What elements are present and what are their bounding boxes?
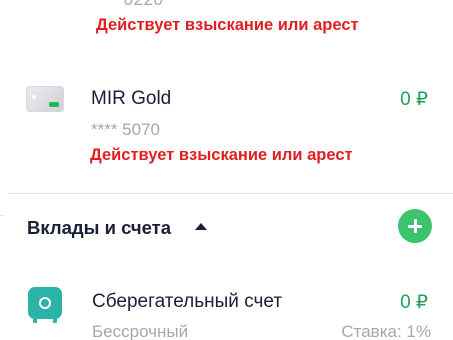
card-item[interactable]: **** 0220 Действует взыскание или арест <box>0 0 453 52</box>
account-balance: 0 ₽ <box>400 292 428 313</box>
card-number: **** 5070 <box>91 120 161 139</box>
accounts-screen: **** 0220 Действует взыскание или арест … <box>0 0 453 340</box>
section-title[interactable]: Вклады и счета <box>27 217 171 239</box>
account-name: Сберегательный счет <box>92 291 283 312</box>
card-number: **** 0220 <box>90 0 164 10</box>
caret-up-icon[interactable] <box>195 223 207 230</box>
safe-icon <box>28 287 62 323</box>
section-divider <box>8 193 453 194</box>
account-item-savings[interactable]: Сберегательный счет 0 ₽ Бессрочный Ставк… <box>0 280 453 340</box>
card-name: MIR Gold <box>91 88 172 109</box>
add-account-button[interactable] <box>398 209 432 243</box>
deposits-section-header: Вклады и счета <box>0 204 453 248</box>
bank-card-icon <box>26 86 64 112</box>
card-item-mir-gold[interactable]: MIR Gold 0 ₽ **** 5070 Действует взыскан… <box>0 74 453 174</box>
account-term: Бессрочный <box>92 322 189 340</box>
card-balance: 0 ₽ <box>400 89 428 110</box>
arrest-warning: Действует взыскание или арест <box>90 146 353 164</box>
arrest-warning: Действует взыскание или арест <box>96 16 359 34</box>
account-rate: Ставка: 1% <box>341 322 431 340</box>
